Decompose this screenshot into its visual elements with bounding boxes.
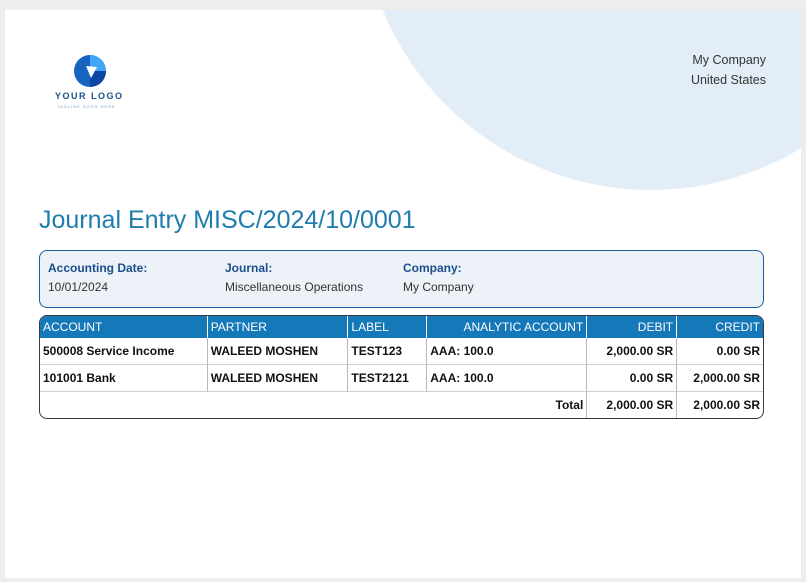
table-row: 101001 Bank WALEED MOSHEN TEST2121 AAA: …	[40, 365, 763, 392]
company-country: United States	[690, 73, 766, 87]
company-value: My Company	[403, 280, 474, 294]
journal-lines-table: ACCOUNT PARTNER LABEL ANALYTIC ACCOUNT D…	[39, 315, 764, 419]
cell-debit: 2,000.00 SR	[587, 338, 678, 365]
accounting-date-value: 10/01/2024	[48, 280, 109, 294]
decorative-circle	[361, 10, 801, 190]
company-name: My Company	[692, 53, 766, 67]
company-logo: YOUR LOGO TAGLINE GOES HERE	[51, 54, 141, 114]
cell-analytic: AAA: 100.0	[427, 338, 588, 365]
info-journal: Journal: Miscellaneous Operations	[225, 261, 363, 294]
report-page: YOUR LOGO TAGLINE GOES HERE My Company U…	[5, 10, 801, 578]
company-label: Company:	[403, 261, 462, 275]
cell-partner: WALEED MOSHEN	[207, 338, 349, 365]
total-spacer	[208, 392, 349, 418]
header-label: LABEL	[348, 316, 428, 338]
header-debit: DEBIT	[587, 316, 678, 338]
cell-label: TEST2121	[348, 365, 428, 392]
company-address: My Company United States	[691, 50, 766, 90]
table-row: 500008 Service Income WALEED MOSHEN TEST…	[40, 338, 763, 365]
cell-debit: 0.00 SR	[587, 365, 678, 392]
journal-label: Journal:	[225, 261, 273, 275]
info-company: Company: My Company	[403, 261, 474, 294]
page-title: Journal Entry MISC/2024/10/0001	[39, 206, 416, 234]
header-analytic-account: ANALYTIC ACCOUNT	[427, 316, 588, 338]
logo-tagline: TAGLINE GOES HERE	[57, 104, 116, 109]
cell-analytic: AAA: 100.0	[427, 365, 588, 392]
cell-credit: 2,000.00 SR	[677, 365, 763, 392]
table-total-row: Total 2,000.00 SR 2,000.00 SR	[40, 392, 763, 418]
total-debit: 2,000.00 SR	[587, 392, 678, 418]
cell-account: 101001 Bank	[40, 365, 208, 392]
entry-info-box: Accounting Date: 10/01/2024 Journal: Mis…	[39, 250, 764, 308]
logo-icon	[74, 55, 106, 87]
total-spacer	[40, 392, 208, 418]
journal-value: Miscellaneous Operations	[225, 280, 364, 294]
logo-text: YOUR LOGO	[55, 91, 124, 101]
total-spacer	[348, 392, 427, 418]
cell-account: 500008 Service Income	[40, 338, 208, 365]
header-partner: PARTNER	[207, 316, 349, 338]
cell-label: TEST123	[348, 338, 428, 365]
total-label: Total	[427, 392, 588, 418]
info-accounting-date: Accounting Date: 10/01/2024	[48, 261, 147, 294]
header-credit: CREDIT	[677, 316, 763, 338]
accounting-date-label: Accounting Date:	[48, 261, 148, 275]
total-credit: 2,000.00 SR	[693, 398, 760, 412]
table-header-row: ACCOUNT PARTNER LABEL ANALYTIC ACCOUNT D…	[40, 316, 763, 338]
cell-credit: 0.00 SR	[677, 338, 763, 365]
header-account: ACCOUNT	[40, 316, 208, 338]
cell-partner: WALEED MOSHEN	[207, 365, 349, 392]
